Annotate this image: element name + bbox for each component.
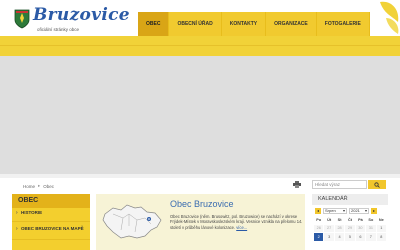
site-logo-subtitle: oficiální stránky obce bbox=[37, 27, 80, 32]
weekday-label: Ne bbox=[376, 216, 386, 224]
page-title: Obec Bruzovice bbox=[170, 199, 234, 209]
calendar-day[interactable]: 4 bbox=[334, 233, 345, 241]
weekday-label: Čt bbox=[345, 216, 355, 224]
calendar-widget: KALENDÁŘ ◂ Srpen ▾ 2021 ▾ ▸ Po Út St Čt Pá… bbox=[312, 194, 388, 250]
chevron-down-icon: ▾ bbox=[364, 208, 367, 213]
sidebar-item-historie[interactable]: HISTORIE bbox=[12, 208, 90, 222]
calendar-day[interactable]: 26 bbox=[314, 224, 324, 233]
calendar-day[interactable]: 27 bbox=[324, 224, 334, 233]
sidebar-heading: OBEC bbox=[12, 194, 90, 208]
calendar-controls: ◂ Srpen ▾ 2021 ▾ ▸ bbox=[312, 205, 388, 216]
calendar-heading: KALENDÁŘ bbox=[312, 194, 388, 205]
calendar-day[interactable]: 7 bbox=[366, 233, 376, 241]
site-header: Bruzovice oficiální stránky obce OBEC OB… bbox=[0, 0, 400, 40]
hero-banner bbox=[0, 56, 400, 174]
czech-map-icon bbox=[102, 204, 162, 239]
calendar-grid: Po Út St Čt Pá So Ne 26 27 28 29 30 31 1 2 3 4 5 6 7… bbox=[312, 216, 388, 241]
weekday-label: St bbox=[334, 216, 345, 224]
main-navigation: OBEC OBECNÍ ÚŘAD KONTAKTY ORGANIZACE FOT… bbox=[138, 12, 370, 36]
weekday-label: Po bbox=[314, 216, 324, 224]
search-input[interactable]: Hledat výraz bbox=[312, 180, 367, 189]
search-icon bbox=[374, 181, 380, 188]
sidebar-menu: OBEC HISTORIE OBEC BRUZOVICE NA MAPĚ bbox=[12, 194, 90, 250]
breadcrumb-home[interactable]: Home bbox=[23, 184, 35, 189]
calendar-day[interactable]: 5 bbox=[345, 233, 355, 241]
calendar-next-icon[interactable]: ▸ bbox=[371, 207, 377, 214]
month-select[interactable]: Srpen ▾ bbox=[323, 207, 347, 214]
weekday-label: So bbox=[366, 216, 376, 224]
calendar-day[interactable]: 29 bbox=[345, 224, 355, 233]
calendar-day-today[interactable]: 2 bbox=[314, 233, 324, 241]
leaf-decoration-icon bbox=[380, 1, 399, 34]
coat-of-arms-icon[interactable] bbox=[14, 9, 30, 29]
nav-item-organizace[interactable]: ORGANIZACE bbox=[266, 12, 317, 36]
calendar-day[interactable]: 30 bbox=[355, 224, 366, 233]
year-select-value: 2021 bbox=[351, 208, 360, 213]
sidebar-item-mapa[interactable]: OBEC BRUZOVICE NA MAPĚ bbox=[12, 222, 90, 240]
site-logo-title[interactable]: Bruzovice bbox=[33, 5, 130, 25]
hero-divider bbox=[0, 174, 400, 178]
chevron-down-icon: ▾ bbox=[342, 208, 345, 213]
header-yellow-band bbox=[0, 36, 400, 56]
calendar-day[interactable]: 31 bbox=[366, 224, 376, 233]
nav-item-kontakty[interactable]: KONTAKTY bbox=[221, 12, 267, 36]
breadcrumb: Home ▸ Obec bbox=[23, 183, 54, 189]
calendar-day[interactable]: 8 bbox=[376, 233, 386, 241]
breadcrumb-current: Obec bbox=[43, 183, 55, 189]
calendar-day[interactable]: 28 bbox=[334, 224, 345, 233]
nav-item-fotogalerie[interactable]: FOTOGALERIE bbox=[316, 12, 370, 36]
weekday-label: Út bbox=[324, 216, 334, 224]
year-select[interactable]: 2021 ▾ bbox=[349, 207, 369, 214]
month-select-value: Srpen bbox=[325, 208, 336, 213]
weekday-label: Pá bbox=[355, 216, 366, 224]
calendar-day[interactable]: 3 bbox=[324, 233, 334, 241]
calendar-day[interactable]: 1 bbox=[376, 224, 386, 233]
breadcrumb-separator: ▸ bbox=[38, 183, 41, 188]
intro-text: Obec Bruzovice (něm. Brusowitz, pol. Bru… bbox=[170, 214, 303, 230]
nav-item-obecni-urad[interactable]: OBECNÍ ÚŘAD bbox=[169, 12, 222, 36]
read-more-link[interactable]: více... bbox=[236, 225, 247, 230]
print-icon[interactable] bbox=[293, 181, 301, 188]
search-button[interactable] bbox=[368, 180, 386, 189]
calendar-prev-icon[interactable]: ◂ bbox=[315, 207, 321, 214]
nav-item-obec[interactable]: OBEC bbox=[138, 12, 170, 36]
calendar-day[interactable]: 6 bbox=[355, 233, 366, 241]
